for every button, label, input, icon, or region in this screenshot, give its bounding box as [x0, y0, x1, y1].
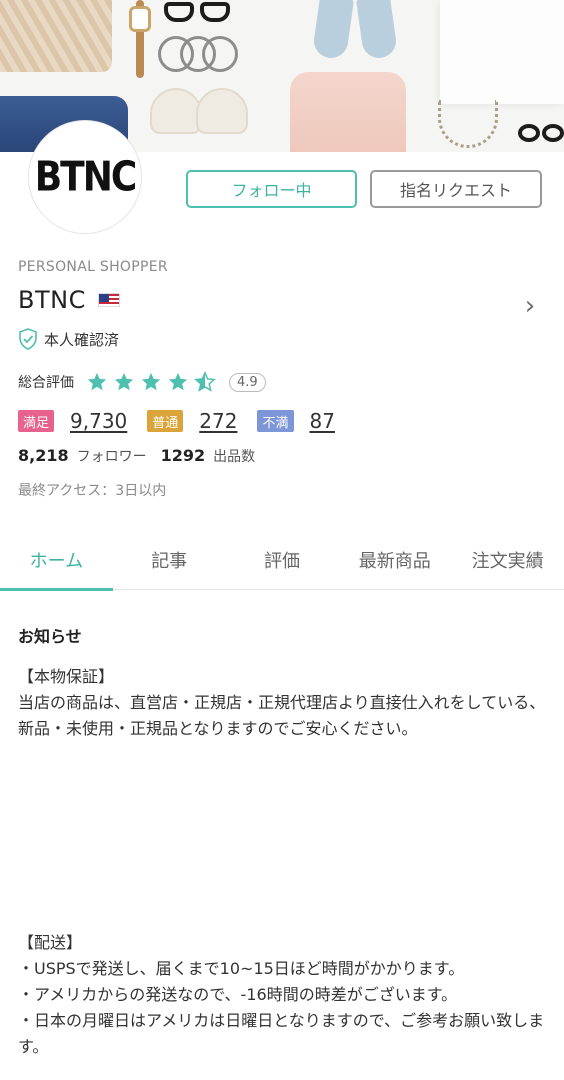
good-count-link[interactable]: 9,730 [70, 409, 127, 433]
followers-count: 8,218 [18, 446, 69, 465]
profile-tabs: ホーム 記事 評価 最新商品 注文実績 [0, 530, 564, 591]
star-half-icon [194, 371, 216, 392]
star-full-icon [168, 372, 188, 391]
tab-latest-items[interactable]: 最新商品 [338, 530, 451, 590]
last-access: 最終アクセス：3日以内 [18, 483, 167, 499]
authentic-heading: 【本物保証】 [18, 667, 115, 686]
profile-stats: 8,218 フォロワー 1292 出品数 [18, 446, 269, 468]
tab-articles[interactable]: 記事 [113, 530, 226, 590]
authentic-text: 当店の商品は、直営店・正規店・正規代理店より直接仕入れをしている、新品・未使用・… [18, 693, 546, 738]
verified-label: 本人確認済 [44, 330, 120, 349]
rating-score: 4.9 [229, 372, 266, 392]
avatar-logo-text: BTNC [34, 153, 138, 201]
rating-label: 総合評価 [18, 375, 74, 391]
shopper-role: PERSONAL SHOPPER [18, 259, 168, 275]
star-full-icon [87, 372, 107, 391]
notice-authentic: 【本物保証】 当店の商品は、直営店・正規店・正規代理店より直接仕入れをしている、… [18, 664, 548, 742]
shipping-line: ・USPSで発送し、届くまで10~15日ほど時間がかかります。 [18, 959, 465, 978]
us-flag-icon [97, 293, 120, 307]
shield-check-icon [19, 328, 37, 350]
overall-rating: 総合評価 4.9 [18, 370, 266, 394]
shipping-heading: 【配送】 [18, 933, 83, 952]
feedback-counts: 満足 9,730 普通 272 不満 87 [18, 408, 355, 434]
following-button[interactable]: フォロー中 [186, 170, 357, 208]
neutral-tag: 普通 [147, 410, 184, 432]
tab-home[interactable]: ホーム [0, 530, 113, 591]
avatar[interactable]: BTNC [28, 120, 142, 234]
shopper-name: BTNC [18, 286, 86, 314]
good-tag: 満足 [18, 410, 55, 432]
request-button[interactable]: 指名リクエスト [370, 170, 542, 208]
items-count: 1292 [160, 446, 206, 465]
bad-count-link[interactable]: 87 [310, 409, 335, 433]
tab-order-history[interactable]: 注文実績 [451, 530, 564, 590]
followers-label: フォロワー [76, 449, 147, 465]
star-full-icon [114, 372, 134, 391]
rating-stars [86, 371, 221, 393]
bad-tag: 不満 [257, 410, 294, 432]
shopper-name-row: BTNC [18, 284, 120, 316]
notice-shipping: 【配送】 ・USPSで発送し、届くまで10~15日ほど時間がかかります。 ・アメ… [18, 930, 548, 1060]
notice-title: お知らせ [18, 627, 82, 646]
verified-badge: 本人確認済 [18, 327, 119, 351]
shopper-profile-page: BTNC フォロー中 指名リクエスト PERSONAL SHOPPER BTNC… [0, 0, 564, 1080]
items-label: 出品数 [213, 449, 256, 465]
star-full-icon [141, 372, 161, 391]
chevron-right-icon[interactable]: › [518, 292, 542, 320]
shipping-line: ・日本の月曜日はアメリカは日曜日となりますので、ご参考お願い致します。 [18, 1011, 545, 1056]
neutral-count-link[interactable]: 272 [199, 409, 237, 433]
shipping-line: ・アメリカからの発送なので、-16時間の時差がございます。 [18, 985, 458, 1004]
tab-reviews[interactable]: 評価 [226, 530, 339, 590]
